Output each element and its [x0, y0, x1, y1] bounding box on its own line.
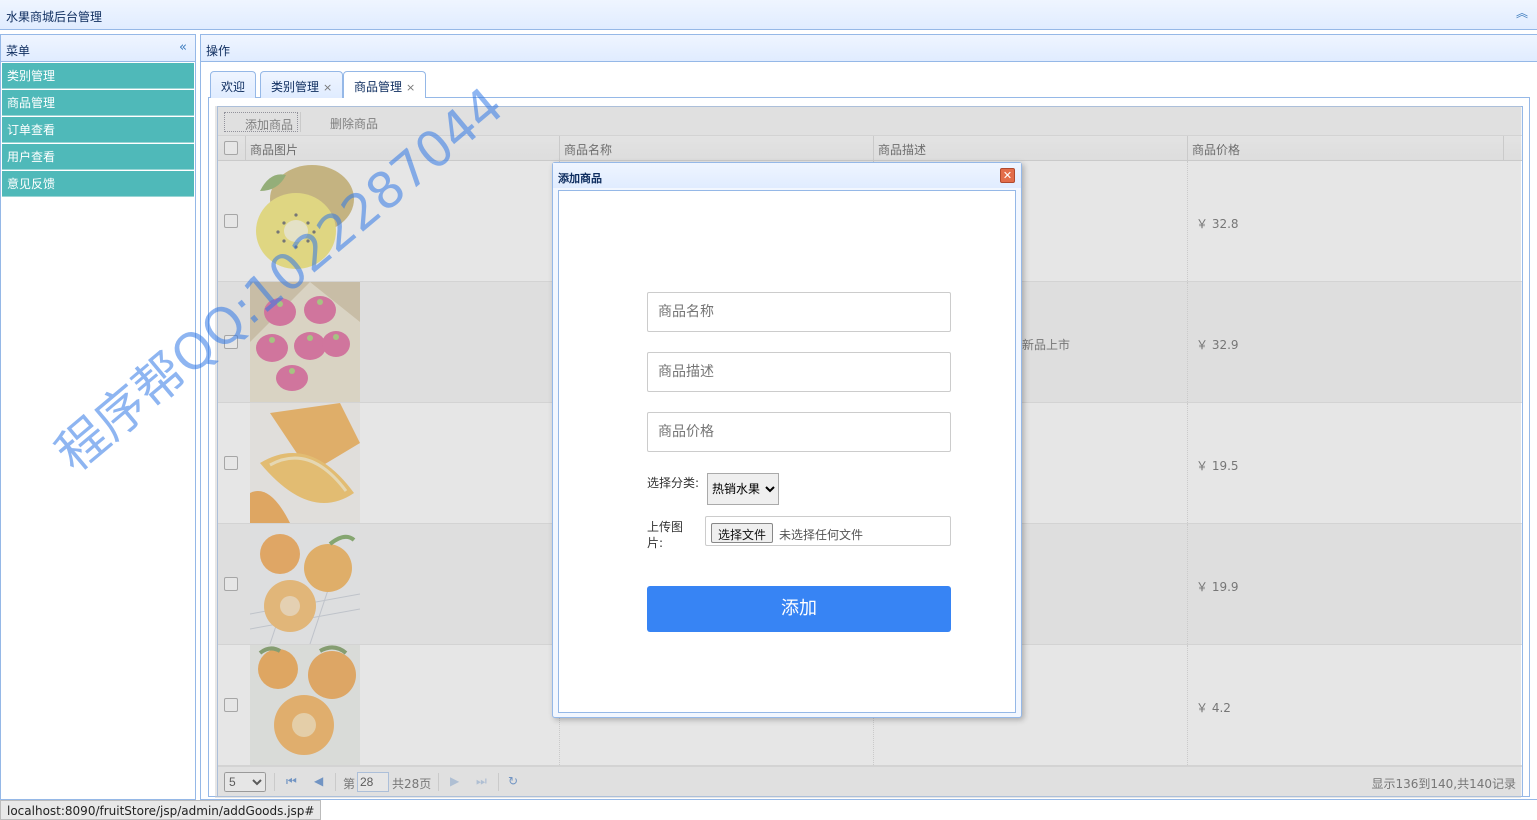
menu-panel: 菜单 « 类别管理 商品管理 订单查看 用户查看 意见反馈 — [0, 34, 196, 800]
tab-label: 欢迎 — [221, 80, 246, 94]
file-status: 未选择任何文件 — [779, 528, 864, 542]
choose-file-button[interactable]: 选择文件 — [711, 523, 774, 543]
goods-name-input[interactable] — [647, 292, 951, 332]
menu-panel-title: 菜单 — [6, 44, 31, 58]
content-panel-header: 操作 — [201, 35, 1537, 62]
menu-panel-header: 菜单 « — [1, 35, 195, 62]
category-label: 选择分类: — [647, 476, 700, 490]
tab-bar: 欢迎 类别管理 × 商品管理 × — [208, 70, 1530, 99]
dialog-header: 添加商品 ✕ — [553, 163, 1021, 188]
add-goods-dialog: 添加商品 ✕ 选择分类: 热销水果 上传图 片: 选择文件 未选择任何文件 添加 — [552, 162, 1022, 718]
menu-item-orders[interactable]: 订单查看 — [2, 117, 194, 143]
collapse-left-icon[interactable]: « — [179, 40, 187, 55]
submit-add-button[interactable]: 添加 — [647, 586, 951, 632]
menu-item-goods[interactable]: 商品管理 — [2, 90, 194, 116]
menu-item-category[interactable]: 类别管理 — [2, 63, 194, 89]
tab-category[interactable]: 类别管理 × — [260, 71, 344, 98]
goods-desc-input[interactable] — [647, 352, 951, 392]
menu-list: 类别管理 商品管理 订单查看 用户查看 意见反馈 — [1, 62, 195, 197]
tab-label: 商品管理 — [354, 80, 403, 94]
close-icon[interactable]: ✕ — [1000, 168, 1015, 183]
app-header: 水果商城后台管理 ︽ — [0, 0, 1537, 30]
dialog-body: 选择分类: 热销水果 上传图 片: 选择文件 未选择任何文件 添加 — [558, 190, 1016, 713]
close-icon[interactable]: × — [323, 81, 332, 94]
content-panel-title: 操作 — [206, 44, 231, 58]
tab-label: 类别管理 — [271, 80, 320, 94]
category-select[interactable]: 热销水果 — [707, 473, 779, 505]
app-title: 水果商城后台管理 — [6, 10, 103, 24]
dialog-title: 添加商品 — [558, 172, 602, 185]
menu-item-users[interactable]: 用户查看 — [2, 144, 194, 170]
close-icon[interactable]: × — [406, 81, 415, 94]
collapse-up-icon[interactable]: ︽ — [1515, 6, 1529, 20]
tab-welcome[interactable]: 欢迎 — [210, 71, 257, 98]
goods-price-input[interactable] — [647, 412, 951, 452]
tab-goods[interactable]: 商品管理 × — [343, 71, 427, 99]
file-upload-field: 选择文件 未选择任何文件 — [705, 516, 951, 546]
browser-status-url: localhost:8090/fruitStore/jsp/admin/addG… — [0, 800, 322, 820]
upload-label-line2: 片: — [647, 536, 664, 550]
menu-item-feedback[interactable]: 意见反馈 — [2, 171, 194, 197]
upload-label-line1: 上传图 — [647, 520, 684, 534]
